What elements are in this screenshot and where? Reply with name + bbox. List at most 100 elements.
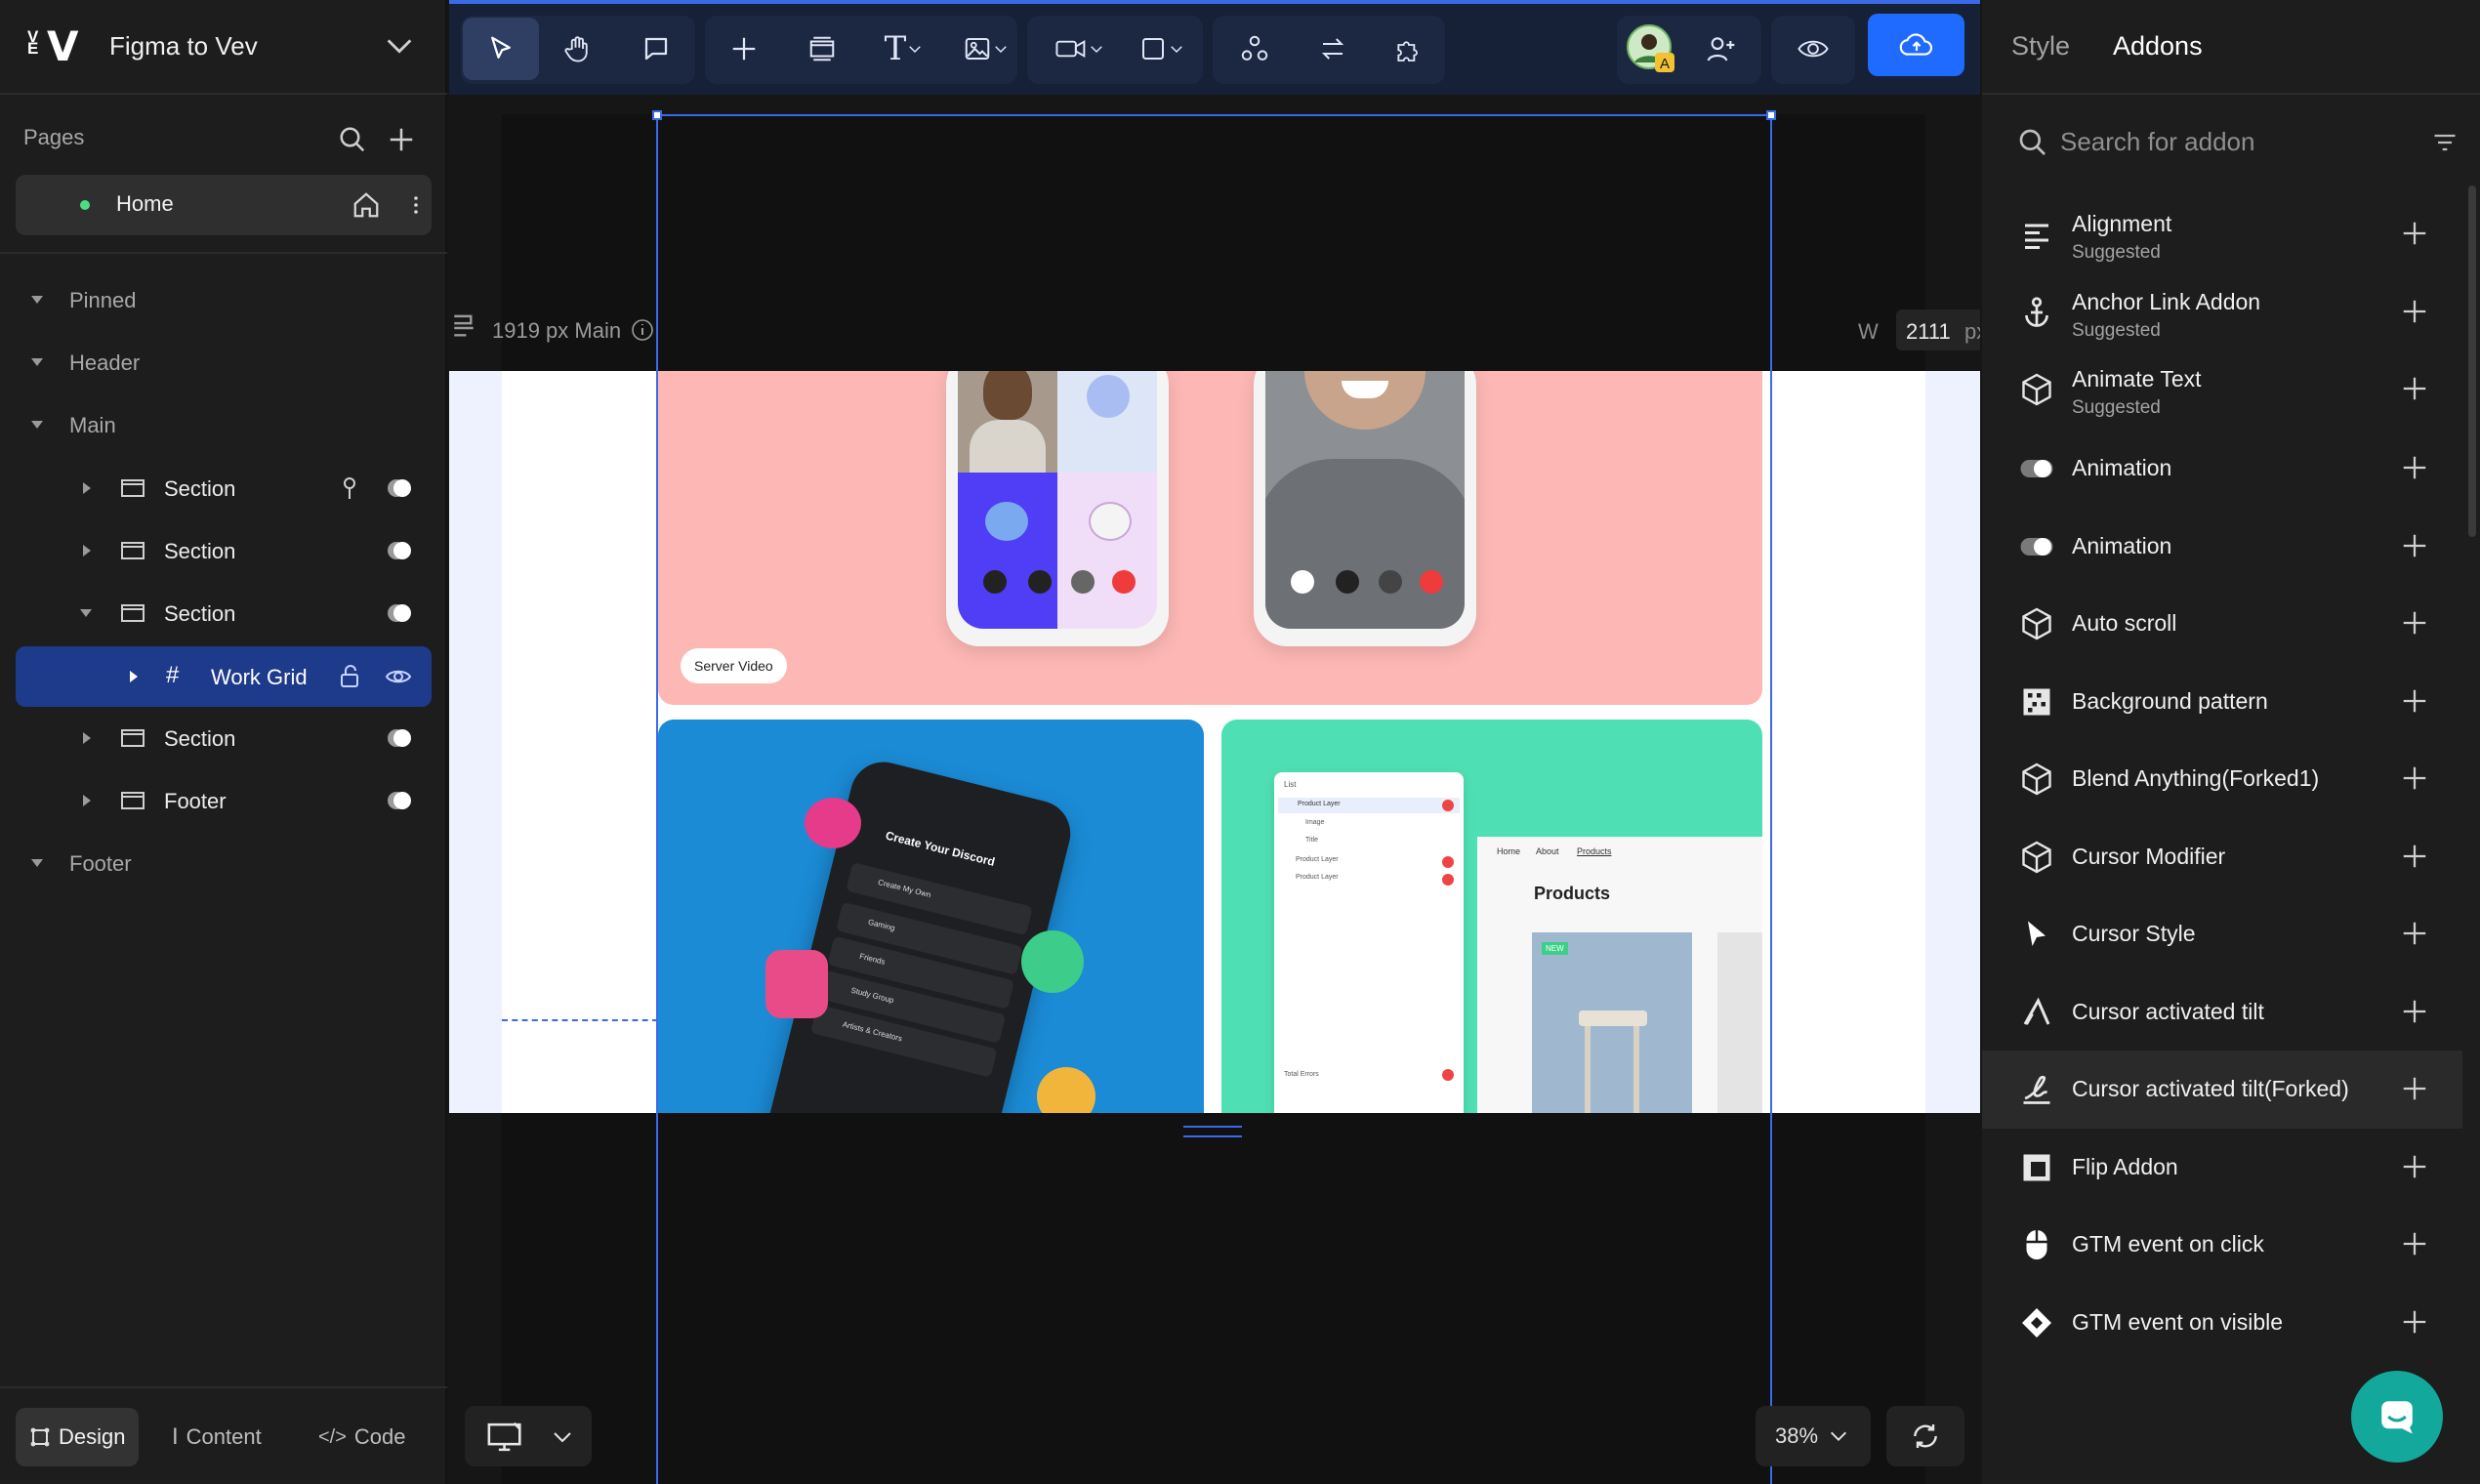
addon-item[interactable]: Cursor Modifier (1982, 818, 2462, 896)
add-addon-icon[interactable] (2400, 374, 2429, 403)
addon-item[interactable]: Animate Text Suggested (1982, 350, 2462, 429)
caret-down-icon[interactable] (27, 352, 47, 372)
add-addon-icon[interactable] (2400, 1074, 2429, 1103)
caret-right-icon[interactable] (123, 667, 143, 686)
tree-item-section[interactable]: Section (0, 586, 447, 640)
search-icon[interactable] (338, 125, 367, 154)
add-addon-icon[interactable] (2400, 1307, 2429, 1337)
card-chip[interactable]: Server Video (681, 648, 787, 683)
addon-item[interactable]: Auto scroll (1982, 585, 2462, 663)
addon-item[interactable]: Blend Anything(Forked1) (1982, 740, 2462, 818)
visibility-toggle-icon[interactable] (385, 477, 414, 499)
add-page-icon[interactable] (387, 125, 416, 154)
add-element-button[interactable] (711, 18, 777, 80)
caret-right-icon[interactable] (76, 541, 96, 560)
add-addon-icon[interactable] (2400, 219, 2429, 248)
invite-user-button[interactable] (1687, 18, 1756, 80)
tree-item-work-grid[interactable]: # Work Grid (16, 646, 432, 707)
addon-item[interactable]: Anchor Link Addon Suggested (1982, 273, 2462, 351)
caret-down-icon[interactable] (76, 603, 96, 623)
resize-handle[interactable] (652, 110, 662, 120)
pin-icon[interactable] (336, 475, 363, 501)
canvas[interactable]: 1919 px Main W 2111 px (449, 95, 1980, 1484)
info-icon[interactable] (631, 318, 654, 342)
tree-item-pinned[interactable]: Pinned (0, 272, 447, 327)
caret-down-icon[interactable] (27, 415, 47, 434)
device-switcher[interactable] (465, 1406, 592, 1466)
chevron-down-icon[interactable] (383, 29, 416, 62)
work-card-products[interactable]: List Product Layer Image Title Product L… (1221, 720, 1762, 1113)
visibility-toggle-icon[interactable] (385, 540, 414, 561)
visibility-toggle-icon[interactable] (385, 602, 414, 624)
chat-launcher[interactable] (2351, 1371, 2443, 1463)
add-addon-icon[interactable] (2400, 1152, 2429, 1181)
caret-down-icon[interactable] (27, 290, 47, 309)
add-shape-button[interactable] (1125, 18, 1199, 80)
tab-addons[interactable]: Addons (2113, 31, 2203, 62)
add-addon-icon[interactable] (2400, 763, 2429, 793)
add-addon-icon[interactable] (2400, 531, 2429, 560)
work-card-video[interactable] (658, 371, 1762, 705)
addon-item[interactable]: Animation (1982, 430, 2462, 508)
addon-item[interactable]: Animation (1982, 508, 2462, 586)
components-button[interactable] (1220, 18, 1289, 80)
visibility-toggle-icon[interactable] (385, 790, 414, 811)
work-card-discord[interactable]: Create Your Discord Create My Own Gaming… (658, 720, 1204, 1113)
add-addon-icon[interactable] (2400, 997, 2429, 1026)
addon-item[interactable]: Background pattern (1982, 663, 2462, 741)
filter-icon[interactable] (2431, 129, 2459, 156)
add-addon-icon[interactable] (2400, 919, 2429, 948)
tab-content[interactable]: I Content (158, 1408, 275, 1466)
unlock-icon[interactable] (336, 664, 363, 689)
hand-tool[interactable] (543, 18, 613, 80)
addon-search[interactable]: Search for addon (2017, 123, 2456, 162)
scrollbar[interactable] (2468, 186, 2476, 537)
caret-right-icon[interactable] (76, 791, 96, 810)
publish-button[interactable] (1868, 14, 1964, 76)
refresh-button[interactable] (1886, 1406, 1964, 1466)
caret-right-icon[interactable] (76, 478, 96, 498)
addons-button[interactable] (1375, 18, 1443, 80)
add-addon-icon[interactable] (2400, 842, 2429, 871)
addon-item[interactable]: Cursor activated tilt (1982, 973, 2462, 1051)
add-text-button[interactable]: T (863, 18, 945, 80)
addon-item[interactable]: Cursor activated tilt(Forked) (1982, 1051, 2462, 1129)
zoom-control[interactable]: 38% (1756, 1406, 1871, 1466)
tree-item-section[interactable]: Section (0, 711, 447, 765)
tree-item-footer-section[interactable]: Footer (0, 773, 447, 828)
addon-item[interactable]: Flip Addon (1982, 1129, 2462, 1207)
tree-item-section[interactable]: Section (0, 523, 447, 578)
tab-design[interactable]: Design (16, 1408, 140, 1466)
add-video-button[interactable] (1039, 18, 1121, 80)
resize-handle[interactable] (1766, 110, 1776, 120)
breakpoint-icon[interactable] (449, 311, 478, 345)
interactions-button[interactable] (1299, 18, 1367, 80)
tab-style[interactable]: Style (2011, 31, 2070, 62)
visibility-toggle-icon[interactable] (385, 727, 414, 749)
tree-item-section[interactable]: Section (0, 461, 447, 515)
add-section-button[interactable] (789, 18, 855, 80)
addon-item[interactable]: GTM event on visible (1982, 1284, 2462, 1362)
add-addon-icon[interactable] (2400, 686, 2429, 716)
addon-item[interactable]: GTM event on click (1982, 1206, 2462, 1284)
width-input[interactable]: 2111 px (1896, 309, 1980, 350)
add-addon-icon[interactable] (2400, 297, 2429, 326)
add-addon-icon[interactable] (2400, 608, 2429, 638)
more-options-icon[interactable] (404, 190, 428, 220)
select-tool[interactable] (463, 18, 539, 80)
eye-icon[interactable] (385, 664, 412, 689)
add-addon-icon[interactable] (2400, 1229, 2429, 1258)
preview-button[interactable] (1777, 18, 1849, 80)
caret-right-icon[interactable] (76, 728, 96, 748)
project-header[interactable]: VEV Figma to Vev (0, 0, 447, 95)
collaborator-avatar[interactable]: A (1621, 18, 1681, 80)
tree-item-header[interactable]: Header (0, 335, 447, 390)
addon-item[interactable]: Cursor Style (1982, 895, 2462, 973)
add-image-button[interactable] (949, 18, 1023, 80)
comment-tool[interactable] (621, 18, 691, 80)
tab-code[interactable]: </> Code (305, 1408, 420, 1466)
tree-item-main[interactable]: Main (0, 397, 447, 452)
page-item-home[interactable]: Home (16, 175, 432, 235)
tree-item-footer[interactable]: Footer (0, 836, 447, 890)
addon-item[interactable]: Alignment Suggested (1982, 195, 2462, 273)
